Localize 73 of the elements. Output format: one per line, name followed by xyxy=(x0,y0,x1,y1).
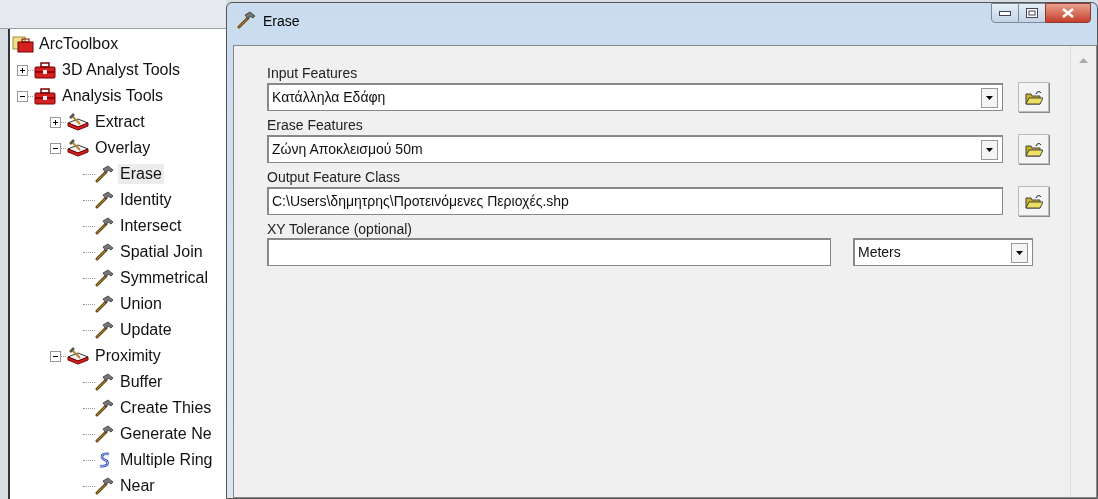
tree-item[interactable]: Generate Ne xyxy=(118,424,214,444)
tree-item[interactable]: Multiple Ring xyxy=(118,450,215,470)
window-title: Erase xyxy=(263,12,300,31)
tree-item[interactable]: 3D Analyst Tools xyxy=(60,60,182,80)
hammer-icon xyxy=(95,373,115,391)
field-label: Erase Features xyxy=(267,116,364,134)
dropdown-button[interactable] xyxy=(981,87,998,108)
tree-item[interactable]: Extract xyxy=(93,112,147,132)
hammer-icon xyxy=(95,191,115,209)
hammer-icon xyxy=(95,321,115,339)
field-value: Meters xyxy=(858,243,902,262)
tree-item[interactable]: Union xyxy=(118,294,164,314)
collapse-icon[interactable] xyxy=(17,90,28,102)
field-value: Ζώνη Αποκλεισμού 50m xyxy=(272,140,424,159)
input-field[interactable] xyxy=(267,238,831,266)
tree-item[interactable]: Create Thies xyxy=(118,398,214,418)
field-label: Input Features xyxy=(267,64,359,82)
collapse-icon[interactable] xyxy=(50,142,61,154)
hammer-icon xyxy=(95,425,115,443)
close-icon xyxy=(1062,8,1074,18)
maximize-icon xyxy=(1026,8,1038,18)
input-field[interactable]: C:\Users\δημητρης\Προτεινόμενες Περιοχές.shp xyxy=(267,187,1003,215)
hammer-icon xyxy=(95,269,115,287)
folder-icon xyxy=(1024,193,1043,209)
maximize-button[interactable] xyxy=(1019,3,1045,23)
tree-item[interactable]: Intersect xyxy=(118,216,184,236)
tree-item[interactable]: Proximity xyxy=(93,346,163,366)
tree-item[interactable]: Symmetrical xyxy=(118,268,210,288)
close-button[interactable] xyxy=(1045,3,1091,23)
field-label: Output Feature Class xyxy=(267,168,402,186)
dropdown-button[interactable] xyxy=(981,139,998,160)
tree-item[interactable]: Update xyxy=(118,320,174,340)
folder-icon xyxy=(1024,89,1043,105)
hammer-icon xyxy=(95,217,115,235)
toolbox-icon xyxy=(33,87,57,105)
collapse-icon[interactable] xyxy=(50,350,61,362)
caret-icon xyxy=(1016,250,1023,255)
combo-box[interactable]: Κατάλληλα Εδάφη xyxy=(267,83,1003,111)
caret-icon xyxy=(986,95,993,100)
hammer-icon xyxy=(95,243,115,261)
tree-item[interactable]: Erase xyxy=(118,164,164,184)
field-label: XY Tolerance (optional) xyxy=(267,220,414,238)
folder-icon xyxy=(1024,141,1043,157)
expand-icon[interactable] xyxy=(50,116,61,128)
caret-icon xyxy=(986,147,993,152)
tree-item[interactable]: Near xyxy=(118,476,157,496)
browse-button[interactable] xyxy=(1018,186,1049,216)
tree-item[interactable]: Analysis Tools xyxy=(60,86,166,106)
hammer-icon xyxy=(95,295,115,313)
toolset-icon xyxy=(66,139,90,157)
field-value: Κατάλληλα Εδάφη xyxy=(272,88,387,107)
combo-box[interactable]: Ζώνη Αποκλεισμού 50m xyxy=(267,135,1003,163)
dropdown-button[interactable] xyxy=(1011,242,1028,263)
tree-item[interactable]: ArcToolbox xyxy=(37,34,121,54)
hammer-icon xyxy=(95,399,115,417)
minimize-button[interactable] xyxy=(991,3,1019,23)
tree-item[interactable]: Overlay xyxy=(93,138,153,158)
expand-icon[interactable] xyxy=(17,64,28,76)
toolbox-folder-icon xyxy=(12,35,34,53)
tree-item[interactable]: Spatial Join xyxy=(118,242,205,262)
toolset-icon xyxy=(66,113,90,131)
hammer-icon xyxy=(95,477,115,495)
tree-item[interactable]: Identity xyxy=(118,190,174,210)
units-dropdown[interactable]: Meters xyxy=(853,238,1033,266)
browse-button[interactable] xyxy=(1018,134,1049,164)
hammer-icon xyxy=(237,11,257,29)
tree-item[interactable]: Buffer xyxy=(118,372,165,392)
minimize-icon xyxy=(999,10,1011,16)
field-value: C:\Users\δημητρης\Προτεινόμενες Περιοχές.shp xyxy=(272,192,570,211)
hammer-icon xyxy=(95,165,115,183)
browse-button[interactable] xyxy=(1018,82,1049,112)
toolbox-icon xyxy=(33,61,57,79)
toolset-icon xyxy=(66,347,90,365)
